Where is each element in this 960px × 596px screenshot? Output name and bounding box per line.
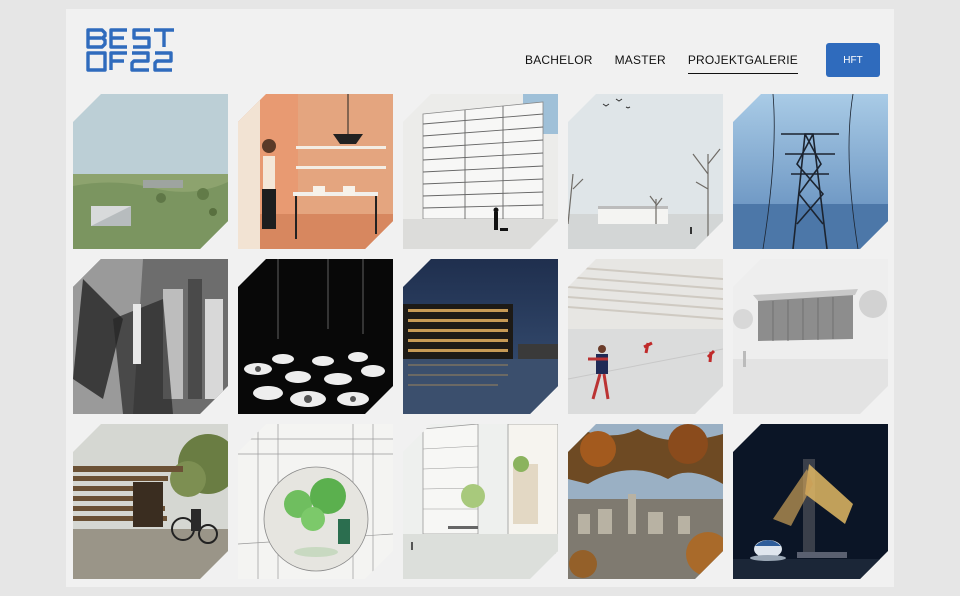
gallery-tile-sports-hall[interactable] (568, 259, 723, 414)
gallery-tile-dark-installation[interactable] (238, 259, 393, 414)
gallery-tile-landscape-render[interactable] (73, 94, 228, 249)
gallery-tile-courtyard-housing[interactable] (403, 424, 558, 579)
gallery-tile-apartment-block[interactable] (403, 94, 558, 249)
tree-atrium-image (238, 424, 393, 579)
nav-master[interactable]: MASTER (615, 43, 666, 77)
main-nav: BACHELOR MASTER PROJEKTGALERIE HFT (525, 43, 880, 77)
best-of-22-logo[interactable] (86, 27, 178, 73)
night-waterfront-image (403, 259, 558, 414)
grey-pavilion-image (733, 259, 888, 414)
night-lamp-image (733, 424, 888, 579)
gallery-tile-power-pylon[interactable] (733, 94, 888, 249)
page-container: BACHELOR MASTER PROJEKTGALERIE HFT (66, 9, 894, 587)
sports-hall-image (568, 259, 723, 414)
nav-projektgalerie[interactable]: PROJEKTGALERIE (687, 43, 799, 77)
dark-installation-image (238, 259, 393, 414)
gallery-tile-timber-shelter[interactable] (73, 424, 228, 579)
gallery-tile-night-waterfront[interactable] (403, 259, 558, 414)
landscape-render-image (73, 94, 228, 249)
timber-shelter-image (73, 424, 228, 579)
gallery-tile-grey-pavilion[interactable] (733, 259, 888, 414)
winter-campus-image (568, 94, 723, 249)
hft-button[interactable]: HFT (826, 43, 880, 77)
autumn-city-image (568, 424, 723, 579)
nav-bachelor[interactable]: BACHELOR (525, 43, 593, 77)
gallery-tile-kitchen-interior[interactable] (238, 94, 393, 249)
gallery-tile-winter-campus[interactable] (568, 94, 723, 249)
gallery-tile-autumn-city[interactable] (568, 424, 723, 579)
courtyard-housing-image (403, 424, 558, 579)
project-gallery-grid (73, 94, 888, 579)
gallery-tile-night-lamp[interactable] (733, 424, 888, 579)
gallery-tile-tree-atrium[interactable] (238, 424, 393, 579)
kitchen-interior-image (238, 94, 393, 249)
power-pylon-image (733, 94, 888, 249)
apartment-block-image (403, 94, 558, 249)
monochrome-collage-image (73, 259, 228, 414)
gallery-tile-monochrome-collage[interactable] (73, 259, 228, 414)
